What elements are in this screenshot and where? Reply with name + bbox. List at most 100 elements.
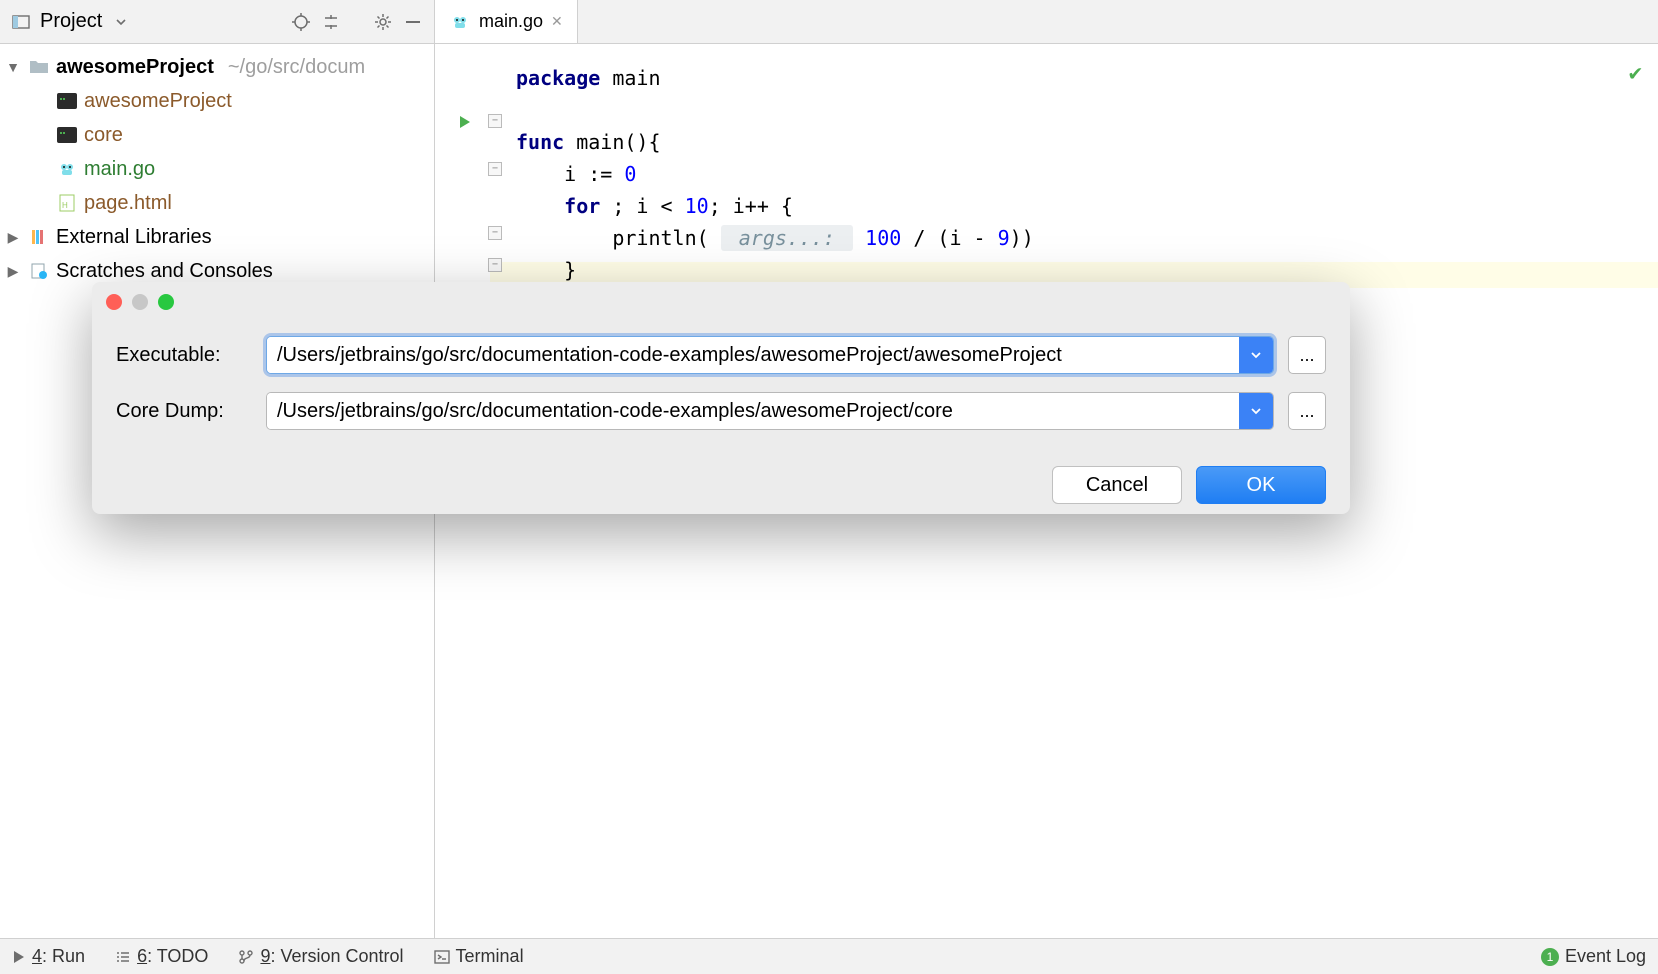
core-dump-dialog: Executable: ... Core Dump: ... Cancel OK [92, 282, 1350, 514]
inspection-ok-icon[interactable]: ✔ [1629, 58, 1642, 90]
code-text: println( [516, 226, 721, 250]
code-text: ; i < [600, 194, 684, 218]
tool-window-run[interactable]: 4: Run [12, 946, 85, 967]
tree-external-libraries[interactable]: ▶ External Libraries [0, 220, 434, 254]
folder-icon [28, 56, 50, 78]
mnemonic: 4 [32, 946, 42, 966]
list-icon [115, 950, 131, 964]
executable-row: Executable: ... [116, 336, 1326, 374]
code-text: / (i - [901, 226, 997, 250]
project-label[interactable]: Project [40, 10, 102, 33]
event-log-button[interactable]: 1 Event Log [1541, 946, 1646, 967]
number: 100 [865, 226, 901, 250]
status-label: TODO [157, 946, 209, 966]
window-zoom-icon[interactable] [158, 294, 174, 310]
code-text: i := [516, 162, 624, 186]
tree-root-path: ~/go/src/docum [228, 56, 365, 79]
close-icon[interactable]: ✕ [551, 13, 563, 30]
code-text: )) [1010, 226, 1034, 250]
number: 0 [624, 162, 636, 186]
tool-window-todo[interactable]: 6: TODO [115, 946, 208, 967]
notification-badge: 1 [1541, 948, 1559, 966]
executable-combo[interactable] [266, 336, 1274, 374]
tree-item-label: External Libraries [56, 226, 212, 249]
coredump-input[interactable] [267, 393, 1239, 429]
code-text: } [516, 258, 576, 282]
status-label: Run [52, 946, 85, 966]
tab-label: main.go [479, 11, 543, 32]
html-file-icon: H [56, 192, 78, 214]
go-file-icon [56, 158, 78, 180]
coredump-browse-button[interactable]: ... [1288, 392, 1326, 430]
number: 10 [685, 194, 709, 218]
code-text: main [600, 66, 660, 90]
code-text: main(){ [564, 130, 660, 154]
window-minimize-icon[interactable] [132, 294, 148, 310]
fold-icon[interactable]: − [488, 162, 502, 176]
tree-item-label: core [84, 124, 123, 147]
tree-root-label: awesomeProject [56, 56, 214, 79]
locate-icon[interactable] [290, 11, 312, 33]
chevron-down-icon[interactable] [1239, 393, 1273, 429]
executable-label: Executable: [116, 344, 252, 367]
scratches-icon [28, 260, 50, 282]
chevron-down-icon[interactable] [1239, 337, 1273, 373]
fold-icon[interactable]: − [488, 114, 502, 128]
project-tool-header: Project [0, 0, 435, 43]
expand-icon[interactable]: ▶ [4, 263, 22, 280]
chevron-down-icon[interactable] [110, 11, 132, 33]
parameter-hint: args...: [721, 225, 853, 251]
gear-icon[interactable] [372, 11, 394, 33]
dialog-body: Executable: ... Core Dump: ... [92, 282, 1350, 466]
coredump-label: Core Dump: [116, 400, 252, 423]
coredump-row: Core Dump: ... [116, 392, 1326, 430]
hide-icon[interactable] [402, 11, 424, 33]
svg-text:H: H [62, 201, 68, 210]
cancel-button[interactable]: Cancel [1052, 466, 1182, 504]
window-controls [106, 294, 174, 310]
run-icon [12, 950, 26, 964]
collapse-all-icon[interactable] [320, 11, 342, 33]
executable-browse-button[interactable]: ... [1288, 336, 1326, 374]
expand-icon[interactable]: ▼ [4, 59, 22, 75]
expand-icon[interactable]: ▶ [4, 229, 22, 246]
tree-item-page-html[interactable]: H page.html [0, 186, 434, 220]
tool-window-vcs[interactable]: 9: Version Control [238, 946, 403, 967]
keyword: func [516, 130, 564, 154]
window-close-icon[interactable] [106, 294, 122, 310]
tree-item-core[interactable]: core [0, 118, 434, 152]
binary-icon [56, 124, 78, 146]
go-file-icon [449, 11, 471, 33]
status-label: Terminal [456, 946, 524, 967]
dialog-buttons: Cancel OK [92, 466, 1350, 504]
tool-window-terminal[interactable]: Terminal [434, 946, 524, 967]
status-bar: 4: Run 6: TODO 9: Version Control Termin… [0, 938, 1658, 974]
run-gutter-icon[interactable] [457, 114, 473, 130]
top-bar: Project main.go ✕ [0, 0, 1658, 44]
status-label: Event Log [1565, 946, 1646, 967]
executable-input[interactable] [267, 337, 1239, 373]
number: 9 [998, 226, 1010, 250]
tree-item-label: Scratches and Consoles [56, 260, 273, 283]
libraries-icon [28, 226, 50, 248]
fold-icon[interactable]: − [488, 258, 502, 272]
tab-main-go[interactable]: main.go ✕ [435, 0, 578, 43]
tree-item-awesomeproject-exe[interactable]: awesomeProject [0, 84, 434, 118]
coredump-combo[interactable] [266, 392, 1274, 430]
code-text: ; i++ { [709, 194, 793, 218]
branch-icon [238, 949, 254, 965]
terminal-icon [434, 950, 450, 964]
keyword: package [516, 66, 600, 90]
mnemonic: 6 [137, 946, 147, 966]
tree-root[interactable]: ▼ awesomeProject ~/go/src/docum [0, 50, 434, 84]
fold-icon[interactable]: − [488, 226, 502, 240]
tree-item-main-go[interactable]: main.go [0, 152, 434, 186]
binary-icon [56, 90, 78, 112]
mnemonic: 9 [260, 946, 270, 966]
keyword: for [564, 194, 600, 218]
status-label: Version Control [280, 946, 403, 966]
tree-item-label: main.go [84, 158, 155, 181]
code-text [516, 194, 564, 218]
ok-button[interactable]: OK [1196, 466, 1326, 504]
project-view-icon[interactable] [10, 11, 32, 33]
